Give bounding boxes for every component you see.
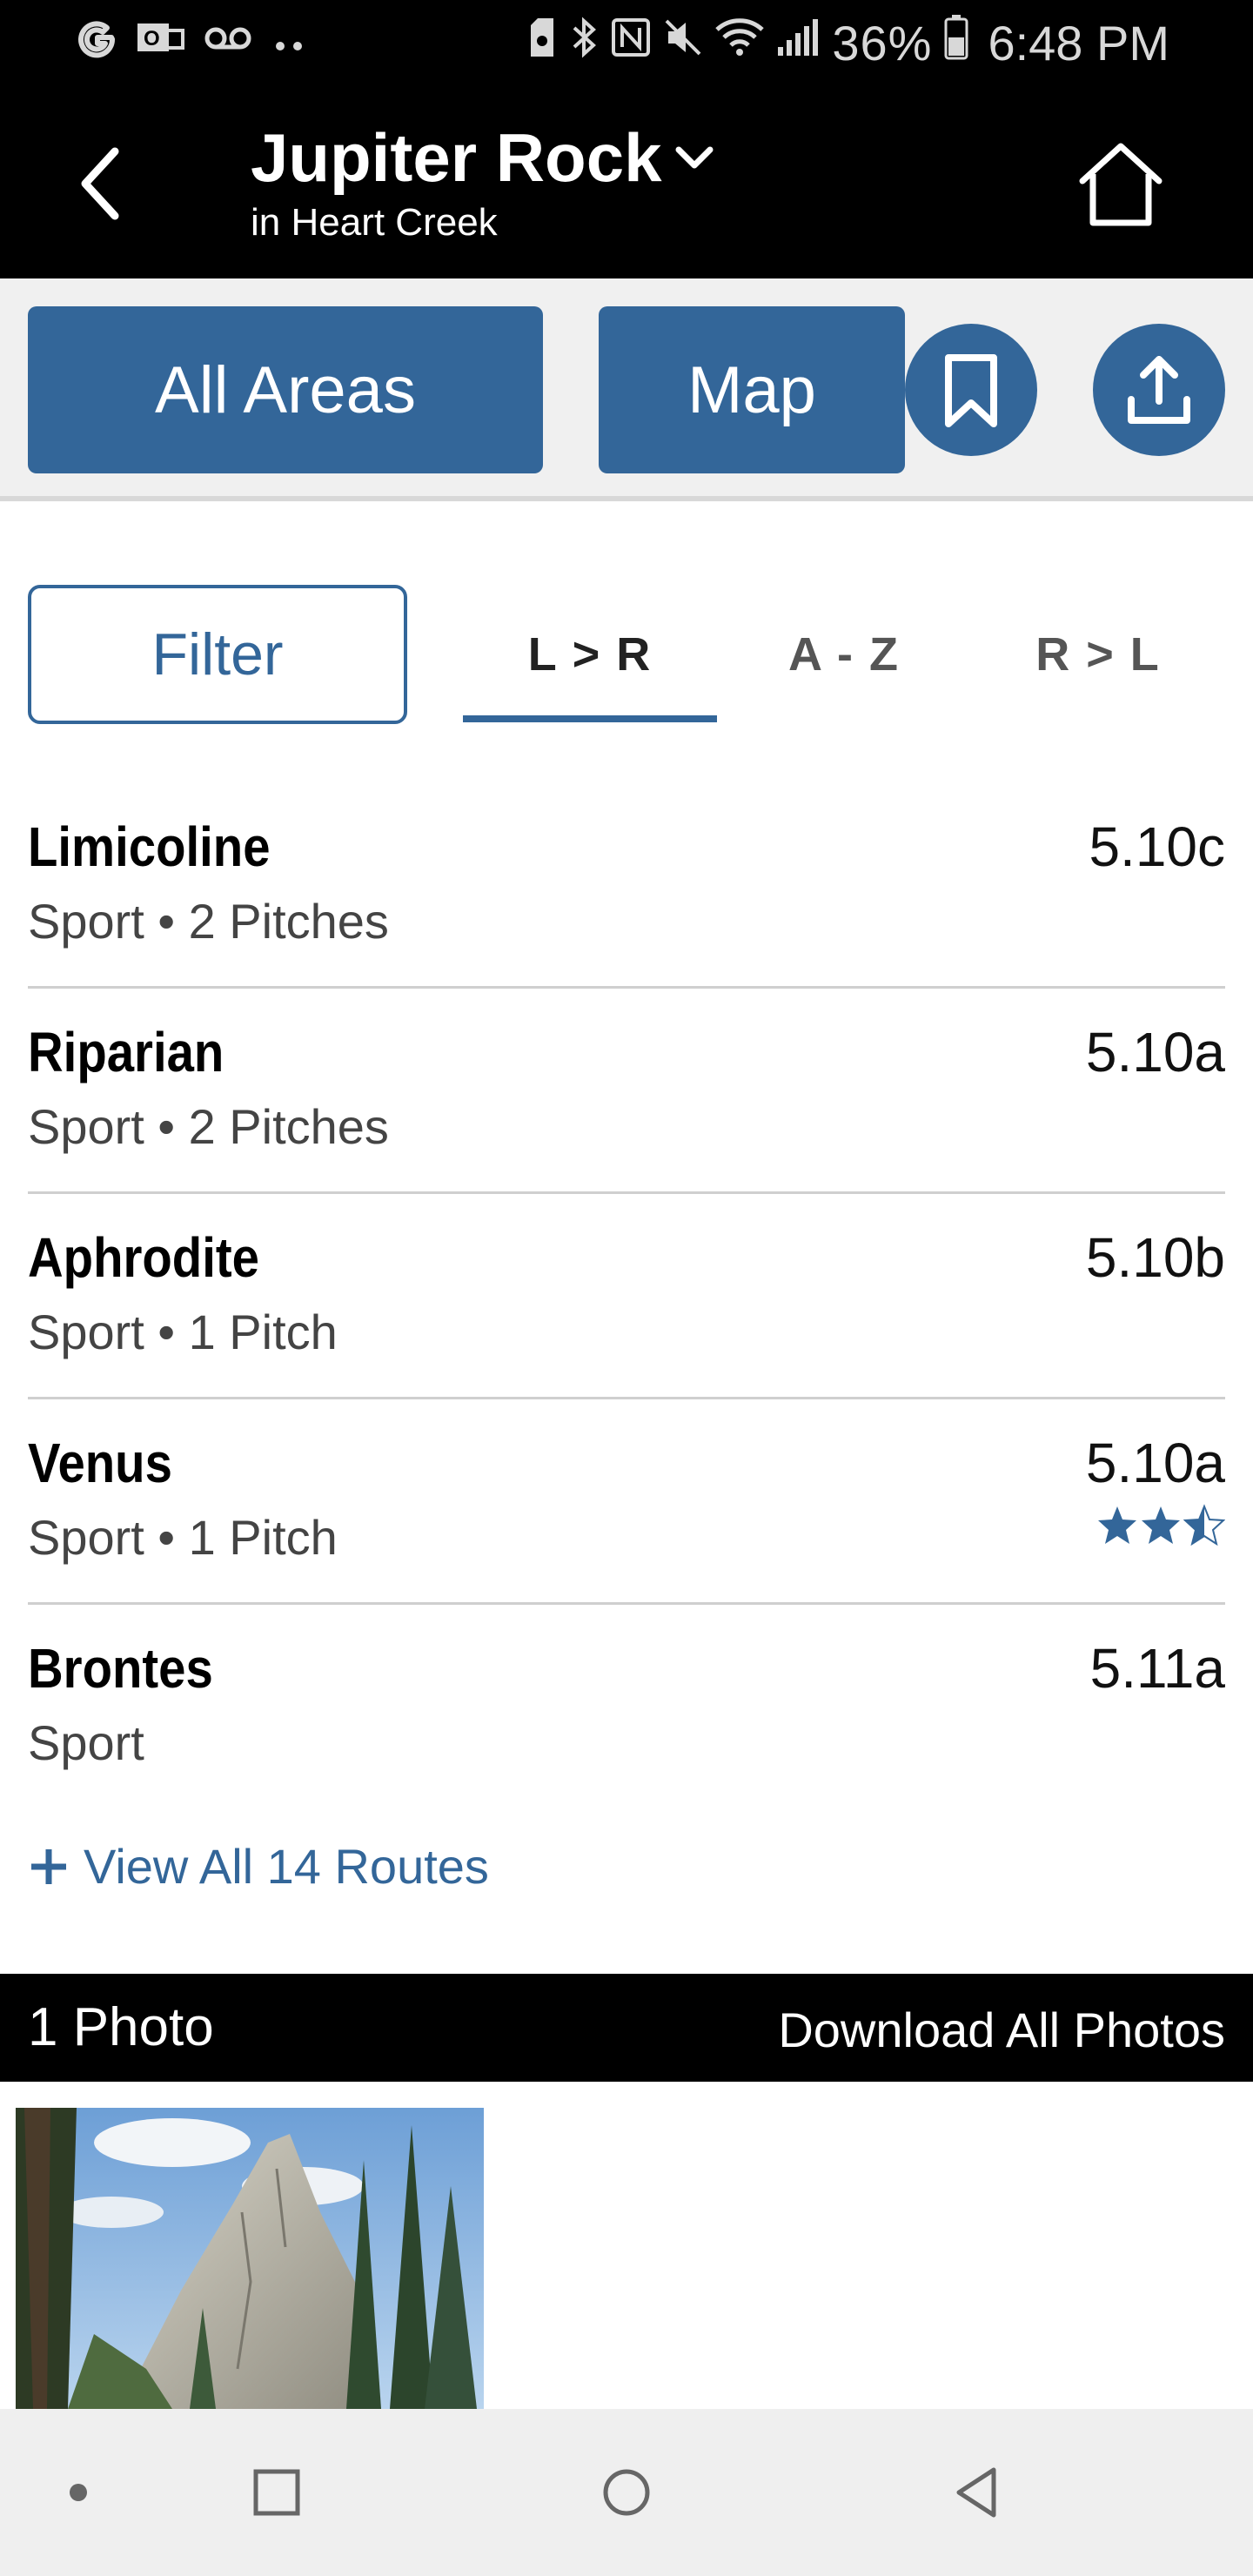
mail-icon: O [136,18,184,68]
active-tab-indicator [463,715,717,722]
home-icon [1079,143,1163,226]
nav-dot-icon[interactable] [44,2458,113,2527]
page-subtitle: in Heart Creek [251,201,498,244]
more-dots-icon [271,21,306,64]
area-title-dropdown[interactable]: Jupiter Rock in Heart Creek [251,118,717,245]
route-meta: Sport • 1 Pitch [28,1305,338,1359]
battery-percent: 36% [832,15,933,70]
route-grade: 5.10a [1085,1432,1225,1494]
area-photo-thumbnail[interactable] [16,2108,484,2409]
back-triangle-icon[interactable] [943,2458,1013,2527]
status-left-icons: O [77,12,306,73]
battery-icon [944,14,968,71]
clock: 6:48 PM [988,15,1169,70]
star-full-icon [1098,1506,1136,1544]
route-name: Aphrodite [28,1226,259,1289]
share-upload-icon [1128,356,1190,424]
route-row[interactable]: Limicoline Sport • 2 Pitches 5.10c [28,783,1225,989]
recent-apps-icon[interactable] [242,2458,312,2527]
tab-sort-alphabetical[interactable]: A - Z [717,585,971,724]
route-name: Brontes [28,1637,213,1700]
svg-text:O: O [144,27,160,50]
bluetooth-icon [569,16,599,70]
route-meta: Sport • 1 Pitch [28,1510,338,1565]
rock-photo-image [16,2108,484,2409]
route-meta: Sport • 2 Pitches [28,1099,389,1154]
route-meta: Sport • 2 Pitches [28,894,389,949]
route-row[interactable]: Brontes Sport 5.11a [28,1605,1225,1810]
route-row[interactable]: Aphrodite Sport • 1 Pitch 5.10b [28,1194,1225,1399]
route-name: Limicoline [28,815,271,878]
bookmark-icon [945,354,997,427]
star-half-icon [1183,1504,1225,1546]
status-bar: O 36% 6:48 PM [0,0,1253,84]
home-button[interactable] [1069,132,1173,237]
view-all-routes-label: View All 14 Routes [84,1839,489,1894]
route-name: Riparian [28,1021,224,1083]
area-toolbar: All Areas Map [0,278,1253,501]
download-all-photos-button[interactable]: Download All Photos [778,2002,1225,2058]
tab-sort-right-to-left[interactable]: R > L [971,585,1225,724]
route-grade: 5.11a [1089,1637,1225,1700]
back-arrow-icon [81,147,119,220]
route-grade: 5.10c [1089,815,1225,878]
tab-sort-left-to-right[interactable]: L > R [463,585,717,724]
status-right: 36% 6:48 PM [527,12,1169,73]
signal-icon [776,17,820,69]
app-header: Jupiter Rock in Heart Creek [0,84,1253,278]
photo-count: 1 Photo [28,1997,214,2057]
star-full-icon [1142,1506,1180,1544]
route-grade: 5.10b [1085,1226,1225,1289]
share-button[interactable] [1093,324,1225,456]
page-title: Jupiter Rock [251,119,662,196]
map-button[interactable]: Map [599,306,905,473]
voicemail-icon [204,21,252,65]
home-circle-icon[interactable] [592,2458,661,2527]
route-name: Venus [28,1432,172,1494]
wifi-icon [715,17,765,69]
route-grade: 5.10a [1085,1021,1225,1083]
all-areas-button[interactable]: All Areas [28,306,543,473]
route-row[interactable]: Riparian Sport • 2 Pitches 5.10a [28,989,1225,1194]
route-row[interactable]: Venus Sport • 1 Pitch 5.10a [28,1399,1225,1605]
plus-icon [31,1848,66,1884]
back-button[interactable] [61,136,139,231]
nfc-icon [611,17,651,69]
mute-icon [663,17,703,69]
route-list: Limicoline Sport • 2 Pitches 5.10c Ripar… [28,783,1225,1810]
bookmark-button[interactable] [905,324,1037,456]
photos-header: 1 Photo Download All Photos [0,1974,1253,2082]
route-meta: Sport [28,1715,144,1770]
google-icon [77,18,117,68]
chevron-down-icon [675,146,714,168]
save-icon [527,17,557,70]
system-nav-bar [0,2409,1253,2576]
filter-button[interactable]: Filter [28,585,407,724]
route-rating [1096,1504,1225,1546]
view-all-routes-link[interactable]: View All 14 Routes [28,1838,489,1895]
